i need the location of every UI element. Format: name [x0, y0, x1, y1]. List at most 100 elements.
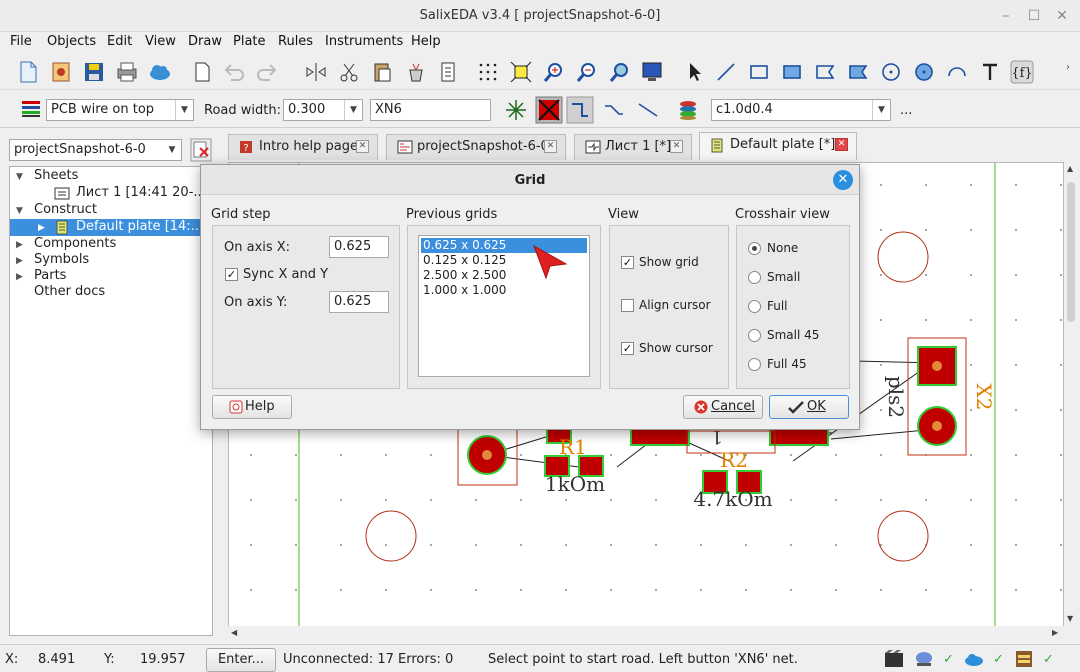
cloud-icon[interactable] [148, 60, 172, 84]
maximize-button[interactable]: ☐ [1024, 6, 1044, 26]
circle-tool-icon[interactable] [879, 60, 903, 84]
align-cursor-checkbox[interactable] [621, 299, 634, 312]
minimize-button[interactable]: – [996, 6, 1016, 26]
menu-objects[interactable]: Objects [47, 34, 96, 49]
tree-item-symbols[interactable]: Symbols [34, 252, 89, 267]
tab-default-plate[interactable]: Default plate [*] ✕ [699, 132, 857, 160]
tab-intro-help[interactable]: ? Intro help page ✕ [228, 134, 378, 160]
chevron-right-icon[interactable]: ▶ [16, 272, 23, 282]
print-icon[interactable] [115, 60, 139, 84]
arc-tool-icon[interactable] [945, 60, 969, 84]
close-tab-icon[interactable]: ✕ [835, 138, 848, 151]
tree-item-sheets[interactable]: Sheets [34, 168, 78, 183]
close-tab-icon[interactable]: ✕ [670, 140, 683, 153]
crosshair-small45-radio[interactable] [748, 329, 761, 342]
list-item[interactable]: 1.000 x 1.000 [421, 283, 587, 298]
library-icon[interactable] [1014, 649, 1034, 669]
zoom-out-icon[interactable] [575, 60, 599, 84]
net-input[interactable]: XN6 [370, 99, 491, 121]
cut-icon[interactable] [337, 60, 361, 84]
tab-project[interactable]: projectSnapshot-6-0 ✕ [386, 134, 566, 160]
tree-item-components[interactable]: Components [34, 236, 116, 251]
grid-icon[interactable] [476, 60, 500, 84]
tab-sheet1[interactable]: Лист 1 [*] ✕ [574, 134, 692, 160]
horizontal-scrollbar[interactable]: ◀ ▶ [228, 626, 1064, 640]
open-project-icon[interactable] [49, 60, 73, 84]
diagonal-road-icon[interactable] [602, 98, 626, 122]
ok-button[interactable]: OK [769, 395, 849, 419]
tree-item-parts[interactable]: Parts [34, 268, 66, 283]
sync-xy-checkbox[interactable]: ✓ [225, 268, 238, 281]
road-tool-icon[interactable] [535, 96, 563, 124]
chevron-down-icon[interactable]: ▼ [1067, 614, 1073, 623]
close-tab-icon[interactable]: ✕ [544, 140, 557, 153]
clean-icon[interactable] [404, 60, 428, 84]
x2-value[interactable]: pls2 [884, 376, 908, 418]
function-tool-icon[interactable]: {f} [1010, 60, 1034, 84]
close-window-button[interactable]: ✕ [1052, 6, 1072, 26]
save-icon[interactable] [82, 60, 106, 84]
zoom-window-icon[interactable] [608, 60, 632, 84]
project-select[interactable]: projectSnapshot-6-0 ▼ [9, 139, 182, 161]
polygon-tool-icon[interactable] [813, 60, 837, 84]
vertical-scrollbar[interactable]: ▲ ▼ [1064, 162, 1078, 628]
monitor-icon[interactable] [640, 60, 664, 84]
crosshair-none-radio[interactable] [748, 242, 761, 255]
chevron-left-icon[interactable]: ◀ [231, 628, 237, 637]
x2-ref[interactable]: X2 [972, 384, 996, 411]
enter-coords-button[interactable]: Enter... [206, 648, 276, 672]
rule-select[interactable]: c1.0d0.4 ▼ [711, 99, 891, 121]
zoom-in-icon[interactable] [542, 60, 566, 84]
axis-x-input[interactable]: 0.625 [329, 236, 389, 258]
close-project-icon[interactable] [190, 138, 212, 162]
menu-draw[interactable]: Draw [188, 34, 222, 49]
pad[interactable] [769, 428, 829, 446]
menu-rules[interactable]: Rules [278, 34, 313, 49]
layers-icon[interactable] [676, 98, 700, 122]
r2-ref[interactable]: R2 [720, 448, 748, 472]
menu-plate[interactable]: Plate [233, 34, 266, 49]
select-arrow-icon[interactable] [683, 60, 707, 84]
line-tool-icon[interactable] [714, 60, 738, 84]
undo-icon[interactable] [222, 60, 246, 84]
tree-item-sheet1[interactable]: Лист 1 [14:41 20-... [76, 185, 206, 200]
toolbar-overflow-icon[interactable]: › [1066, 62, 1070, 73]
cancel-button[interactable]: Cancel [683, 395, 763, 419]
tree-item-default-plate[interactable]: Default plate [14:... [76, 219, 203, 234]
filled-circle-tool-icon[interactable] [912, 60, 936, 84]
redo-icon[interactable] [255, 60, 279, 84]
chevron-down-icon[interactable]: ▼ [16, 172, 23, 182]
menu-view[interactable]: View [145, 34, 176, 49]
menu-edit[interactable]: Edit [107, 34, 132, 49]
video-icon[interactable] [884, 650, 904, 668]
zoom-fit-icon[interactable] [509, 60, 533, 84]
orthogonal-road-icon[interactable] [566, 96, 594, 124]
list-icon[interactable] [436, 60, 460, 84]
filled-rect-tool-icon[interactable] [780, 60, 804, 84]
chevron-right-icon[interactable]: ▶ [1052, 628, 1058, 637]
menu-file[interactable]: File [10, 34, 32, 49]
paste-icon[interactable] [370, 60, 394, 84]
chevron-up-icon[interactable]: ▲ [1067, 164, 1073, 173]
chevron-right-icon[interactable]: ▶ [38, 223, 45, 233]
show-cursor-checkbox[interactable]: ✓ [621, 342, 634, 355]
new-sheet-icon[interactable] [190, 60, 214, 84]
help-button[interactable]: Help [212, 395, 292, 419]
connect-tool-icon[interactable] [504, 98, 528, 122]
r1-value[interactable]: 1kOm [545, 472, 605, 496]
r1-ref[interactable]: R1 [559, 435, 587, 459]
close-dialog-icon[interactable]: ✕ [833, 170, 853, 190]
scroll-thumb[interactable] [1067, 182, 1075, 322]
text-tool-icon[interactable] [978, 60, 1002, 84]
close-tab-icon[interactable]: ✕ [356, 140, 369, 153]
crosshair-full-radio[interactable] [748, 300, 761, 313]
server-icon[interactable] [914, 650, 934, 668]
layer-select[interactable]: PCB wire on top ▼ [46, 99, 194, 121]
filled-polygon-tool-icon[interactable] [846, 60, 870, 84]
tree-item-other-docs[interactable]: Other docs [34, 284, 105, 299]
r2-value[interactable]: 4.7kOm [693, 487, 772, 511]
axis-y-input[interactable]: 0.625 [329, 291, 389, 313]
more-options[interactable]: ... [900, 103, 912, 118]
road-width-input[interactable]: 0.300 ▼ [283, 99, 363, 121]
chevron-down-icon[interactable]: ▼ [16, 206, 23, 216]
